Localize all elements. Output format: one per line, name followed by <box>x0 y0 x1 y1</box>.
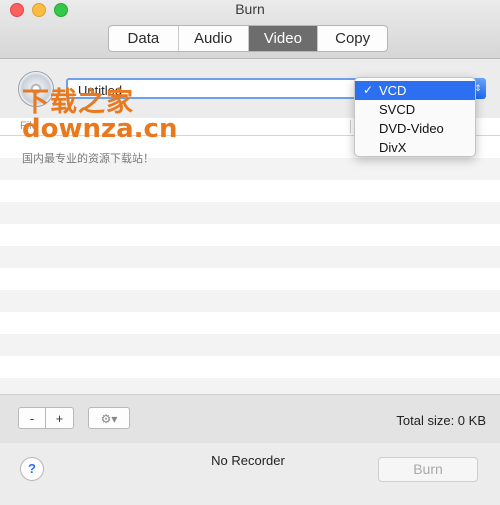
list-row <box>0 268 500 290</box>
menu-item-svcd[interactable]: SVCD <box>355 100 475 119</box>
list-row <box>0 334 500 356</box>
list-row <box>0 202 500 224</box>
tab-data[interactable]: Data <box>109 26 179 51</box>
total-size-label: Total size: 0 KB <box>396 413 486 428</box>
menu-item-vcd[interactable]: ✓ VCD <box>355 81 475 100</box>
disc-type-menu: ✓ VCD SVCD DVD-Video DivX <box>354 77 476 157</box>
tab-video[interactable]: Video <box>248 26 319 51</box>
list-row <box>0 378 500 394</box>
list-row <box>0 290 500 312</box>
footer: ? No Recorder Burn <box>0 443 500 505</box>
add-item-button[interactable]: + <box>46 407 74 429</box>
burn-button[interactable]: Burn <box>378 457 478 482</box>
menu-item-label: DivX <box>379 140 407 155</box>
menu-item-label: VCD <box>379 83 407 98</box>
list-row <box>0 180 500 202</box>
tab-copy[interactable]: Copy <box>318 26 387 51</box>
tab-audio[interactable]: Audio <box>179 26 249 51</box>
gear-icon: ⚙▾ <box>100 412 118 426</box>
window-title: Burn <box>235 1 265 17</box>
menu-item-divx[interactable]: DivX <box>355 138 475 157</box>
title-bar: Burn Data Audio Video Copy <box>0 0 500 59</box>
list-rows <box>0 136 500 394</box>
list-row <box>0 246 500 268</box>
list-controls-bar: - + ⚙▾ Total size: 0 KB <box>0 394 500 444</box>
mode-tabs: Data Audio Video Copy <box>108 25 388 52</box>
list-row <box>0 224 500 246</box>
list-row <box>0 312 500 334</box>
watermark-url: downza.cn <box>22 114 178 144</box>
remove-item-button[interactable]: - <box>18 407 46 429</box>
menu-item-label: SVCD <box>379 102 416 117</box>
column-divider <box>350 120 351 133</box>
checkmark-icon: ✓ <box>363 83 374 97</box>
menu-item-dvd-video[interactable]: DVD-Video <box>355 119 475 138</box>
menu-item-label: DVD-Video <box>379 121 444 136</box>
list-row <box>0 356 500 378</box>
action-menu-button[interactable]: ⚙▾ <box>88 407 130 429</box>
watermark-tagline: 国内最专业的资源下载站！ <box>22 153 154 165</box>
